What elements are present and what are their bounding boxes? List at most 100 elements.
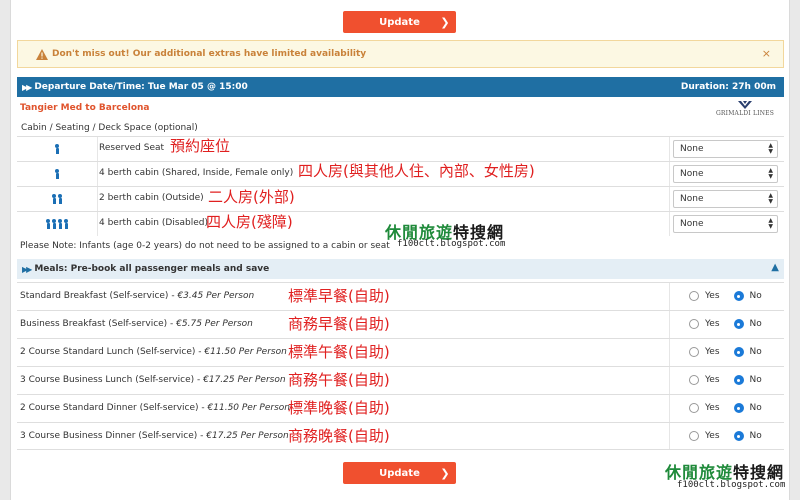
no-label: No [749, 403, 762, 413]
cabin-label: Reserved Seat [99, 143, 165, 153]
departure-label: Departure Date/Time: Tue Mar 05 @ 15:00 [34, 82, 248, 92]
yes-radio[interactable] [689, 291, 699, 301]
meal-row: Standard Breakfast (Self-service) - €3.4… [17, 282, 784, 310]
meal-name: 2 Course Standard Lunch (Self-service) [20, 347, 196, 357]
meal-name: Standard Breakfast (Self-service) [20, 291, 169, 301]
meal-choice: Yes No [689, 347, 762, 357]
no-label: No [749, 319, 762, 329]
yes-label: Yes [705, 319, 720, 329]
yes-label: Yes [705, 431, 720, 441]
meal-row: 3 Course Business Lunch (Self-service) -… [17, 366, 784, 394]
chevron-up-icon[interactable]: ▲ [771, 262, 779, 273]
update-button-bottom[interactable]: Update ❯ [343, 462, 456, 484]
person-icon [17, 144, 97, 154]
meal-row: 2 Course Standard Dinner (Self-service) … [17, 394, 784, 422]
cabin-annotation: 四人房(與其他人住、內部、女性房) [298, 162, 535, 180]
meal-name: 3 Course Business Lunch (Self-service) [20, 375, 195, 385]
yes-radio[interactable] [689, 319, 699, 329]
meal-annotation: 商務午餐(自助) [288, 371, 390, 389]
cabin-select-value: None [680, 144, 704, 154]
meal-annotation: 商務晚餐(自助) [288, 427, 390, 445]
meal-name: 2 Course Standard Dinner (Self-service) [20, 403, 199, 413]
meal-annotation: 商務早餐(自助) [288, 315, 390, 333]
updown-caret-icon: ▲ ▼ [768, 167, 773, 180]
chevron-right-icon: ❯ [440, 15, 450, 29]
meal-choice: Yes No [689, 319, 762, 329]
no-radio[interactable] [733, 291, 744, 301]
meal-price: €17.25 Per Person [203, 375, 286, 385]
cabin-heading: Cabin / Seating / Deck Space (optional) [21, 123, 198, 133]
availability-alert: Don't miss out! Our additional extras ha… [17, 40, 784, 68]
meal-choice: Yes No [689, 403, 762, 413]
cabin-select-value: None [680, 194, 704, 204]
double-chevron-right-icon: ▶▶ [22, 264, 32, 274]
warning-icon [36, 49, 48, 60]
meal-price: €17.25 Per Person [206, 431, 289, 441]
cabin-label: 2 berth cabin (Outside) [99, 193, 204, 203]
no-radio[interactable] [733, 375, 744, 385]
updown-caret-icon: ▲ ▼ [768, 192, 773, 205]
update-label: Update [379, 16, 420, 28]
no-radio[interactable] [733, 431, 744, 441]
no-label: No [749, 291, 762, 301]
meal-choice: Yes No [689, 291, 762, 301]
watermark-url: f100clt.blogspot.com [397, 239, 506, 249]
meal-row: 3 Course Business Dinner (Self-service) … [17, 422, 784, 450]
cabin-label: 4 berth cabin (Shared, Inside, Female on… [99, 168, 294, 178]
meal-annotation: 標準晚餐(自助) [288, 399, 390, 417]
update-button-top[interactable]: Update ❯ [343, 11, 456, 33]
cabin-row: Reserved Seat None ▲ ▼ [17, 136, 784, 161]
meal-annotation: 標準早餐(自助) [288, 287, 390, 305]
yes-radio[interactable] [689, 431, 699, 441]
cabin-annotation: 預約座位 [170, 137, 231, 155]
meal-price: €11.50 Per Person [204, 347, 287, 357]
cabin-select[interactable]: None ▲ ▼ [673, 140, 778, 158]
cabin-annotation: 四人房(殘障) [206, 213, 293, 231]
cabin-select[interactable]: None ▲ ▼ [673, 165, 778, 183]
yes-radio[interactable] [689, 375, 699, 385]
no-radio[interactable] [733, 319, 744, 329]
route-title: Tangier Med to Barcelona [20, 103, 150, 113]
meal-price: €3.45 Per Person [177, 291, 255, 301]
yes-label: Yes [705, 291, 720, 301]
cabin-select-value: None [680, 219, 704, 229]
updown-caret-icon: ▲ ▼ [768, 142, 773, 155]
no-radio[interactable] [733, 403, 744, 413]
duration-label: Duration: 27h 00m [680, 82, 776, 92]
meal-choice: Yes No [689, 375, 762, 385]
chevron-right-icon: ❯ [440, 466, 450, 480]
meals-header-label: Meals: Pre-book all passenger meals and … [34, 264, 270, 274]
meal-row: 2 Course Standard Lunch (Self-service) -… [17, 338, 784, 366]
no-label: No [749, 347, 762, 357]
operator-logo: GRIMALDI LINES [715, 101, 775, 119]
meal-price: €11.50 Per Person [207, 403, 290, 413]
yes-label: Yes [705, 347, 720, 357]
update-label: Update [379, 467, 420, 479]
yes-radio[interactable] [689, 403, 699, 413]
yes-label: Yes [705, 375, 720, 385]
meal-name: 3 Course Business Dinner (Self-service) [20, 431, 198, 441]
meal-annotation: 標準午餐(自助) [288, 343, 390, 361]
meals-header[interactable]: ▶▶ Meals: Pre-book all passenger meals a… [17, 259, 784, 279]
yes-label: Yes [705, 403, 720, 413]
no-label: No [749, 375, 762, 385]
cabin-label: 4 berth cabin (Disabled) [99, 218, 208, 228]
watermark-url: f100clt.blogspot.com [677, 480, 786, 490]
close-icon[interactable]: × [762, 47, 771, 60]
meal-choice: Yes No [689, 431, 762, 441]
no-radio[interactable] [733, 347, 744, 357]
no-label: No [749, 431, 762, 441]
meal-row: Business Breakfast (Self-service) - €5.7… [17, 310, 784, 338]
updown-caret-icon: ▲ ▼ [768, 217, 773, 230]
cabin-row: 2 berth cabin (Outside) None ▲ ▼ [17, 186, 784, 211]
cabin-select[interactable]: None ▲ ▼ [673, 190, 778, 208]
alert-text: Don't miss out! Our additional extras ha… [52, 49, 367, 59]
person-icon [17, 169, 97, 179]
cabin-select[interactable]: None ▲ ▼ [673, 215, 778, 233]
cabin-select-value: None [680, 169, 704, 179]
departure-header[interactable]: ▶▶ Departure Date/Time: Tue Mar 05 @ 15:… [17, 77, 784, 97]
grimaldi-logo-icon [738, 101, 752, 109]
yes-radio[interactable] [689, 347, 699, 357]
meal-price: €5.75 Per Person [176, 319, 253, 329]
double-chevron-right-icon: ▶▶ [22, 82, 32, 92]
